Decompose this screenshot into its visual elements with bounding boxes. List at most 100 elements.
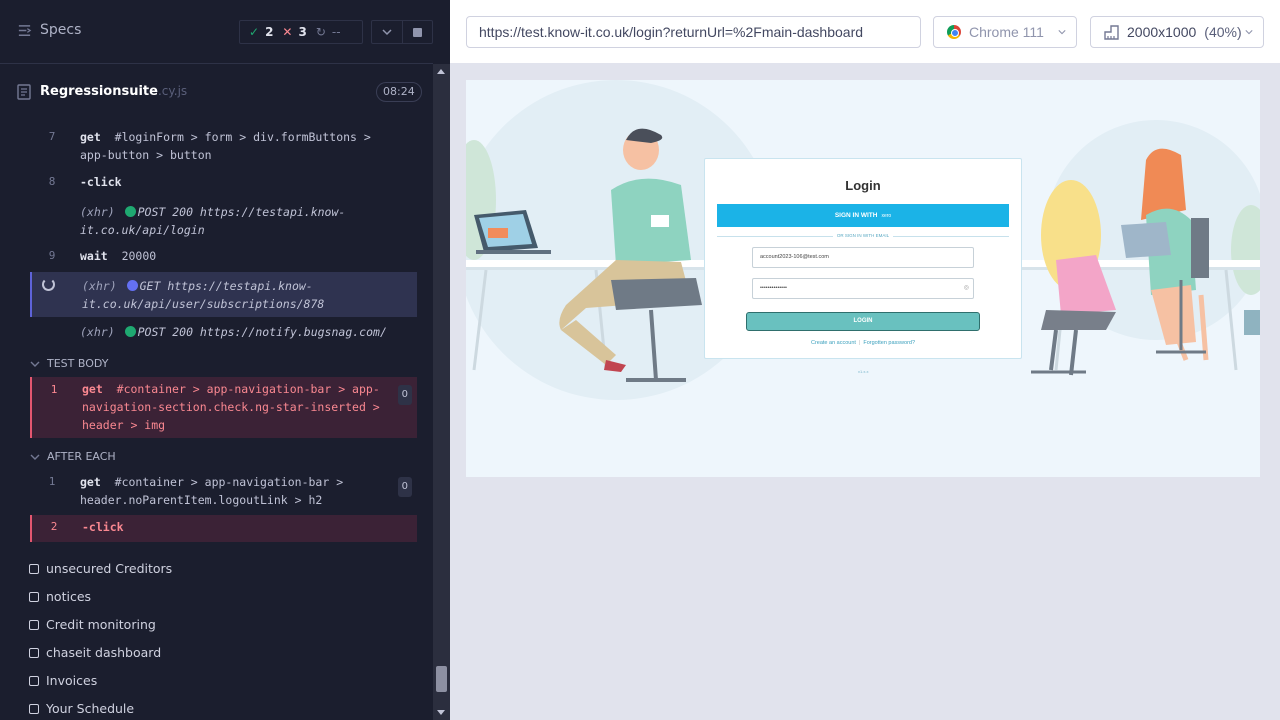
specs-button[interactable]: Specs xyxy=(17,22,81,38)
account-links: Create an account | Forgotten password? xyxy=(705,340,1021,346)
command-message: POST 200 https://testapi.know-it.co.uk/a… xyxy=(80,205,346,237)
passed-stat: ✓ 2 xyxy=(249,25,274,39)
command-log-panel: Specs ✓ 2 ✕ 3 ↻ -- Regressionsuite.cy.js 08… xyxy=(0,0,433,720)
command-method: wait xyxy=(80,249,108,263)
command-method: (xhr) xyxy=(80,325,115,339)
command-message: POST 200 https://notify.bugsnag.com/ xyxy=(137,325,387,339)
document-icon xyxy=(17,84,31,100)
command-number: 7 xyxy=(48,130,56,143)
login-button[interactable]: LOGIN xyxy=(746,312,980,331)
element-count-badge: 0 xyxy=(397,385,412,405)
scroll-thumb[interactable] xyxy=(436,666,447,692)
app-under-test-panel: https://test.know-it.co.uk/login?returnU… xyxy=(450,0,1280,720)
xhr-row-active[interactable]: (xhr) GET https://testapi.know-it.co.uk/a… xyxy=(30,272,417,317)
command-method: get xyxy=(80,130,101,144)
test-item[interactable]: chaseit dashboard xyxy=(29,645,161,660)
command-row[interactable]: 9 wait 20000 xyxy=(30,246,417,266)
pending-stat: ↻ -- xyxy=(315,25,341,39)
expand-button[interactable] xyxy=(372,21,402,43)
test-status-icon xyxy=(29,619,39,630)
spinner-icon: ↻ xyxy=(315,25,326,39)
command-number: 2 xyxy=(50,520,58,533)
test-status-icon xyxy=(29,591,39,602)
reporter-header: Specs ✓ 2 ✕ 3 ↻ -- xyxy=(0,0,433,64)
xero-logo: xero xyxy=(881,213,892,219)
test-status-icon xyxy=(29,703,39,714)
command-method: -click xyxy=(82,520,124,534)
stop-button[interactable] xyxy=(401,21,432,43)
command-message: #container > app-navigation-bar > header… xyxy=(80,475,344,507)
login-title: Login xyxy=(845,178,881,193)
command-number: 8 xyxy=(48,175,56,188)
test-item[interactable]: unsecured Creditors xyxy=(29,561,172,576)
status-dot-icon xyxy=(126,280,138,291)
command-row[interactable]: 1 get #container > app-navigation-bar > … xyxy=(30,472,417,510)
command-method: (xhr) xyxy=(82,279,117,293)
viewport-selector[interactable]: 2000x1000 (40%) xyxy=(1090,16,1264,48)
url-bar[interactable]: https://test.know-it.co.uk/login?returnU… xyxy=(466,16,921,48)
spec-duration: 08:24 xyxy=(376,82,422,102)
chevron-down-icon xyxy=(382,29,392,36)
forgot-password-link[interactable]: Forgotten password? xyxy=(863,340,915,346)
chevron-down-icon xyxy=(30,361,40,367)
chrome-icon xyxy=(947,25,961,39)
email-field[interactable]: account2023-106@test.com xyxy=(752,247,974,268)
test-item[interactable]: notices xyxy=(29,589,91,604)
command-method: get xyxy=(80,475,101,489)
failed-stat: ✕ 3 xyxy=(282,25,307,39)
failed-command-row[interactable]: 2 -click xyxy=(30,515,417,542)
divider-label: OR SIGN IN WITH EMAIL xyxy=(717,233,1009,238)
xhr-row[interactable]: (xhr) POST 200 https://testapi.know-it.co… xyxy=(30,202,417,240)
login-card: Login SIGN IN WITH xero OR SIGN IN WITH E… xyxy=(704,158,1022,359)
scroll-down-icon[interactable] xyxy=(437,710,445,715)
loading-spinner-icon xyxy=(42,278,55,291)
element-count-badge: 0 xyxy=(397,477,412,497)
scroll-up-icon[interactable] xyxy=(437,69,445,74)
command-message: GET https://testapi.know-it.co.uk/api/us… xyxy=(82,279,325,311)
xhr-row[interactable]: (xhr) POST 200 https://notify.bugsnag.com… xyxy=(30,322,417,344)
version-label: v1.x.x xyxy=(858,369,869,374)
command-number: 9 xyxy=(48,249,56,262)
ruler-icon xyxy=(1104,24,1119,40)
test-item[interactable]: Your Schedule xyxy=(29,701,134,716)
spec-extension: .cy.js xyxy=(157,84,188,98)
link-separator: | xyxy=(858,340,861,346)
create-account-link[interactable]: Create an account xyxy=(811,340,856,346)
cross-icon: ✕ xyxy=(282,25,293,39)
command-number: 1 xyxy=(50,383,58,396)
command-method: get xyxy=(82,382,103,396)
test-item[interactable]: Invoices xyxy=(29,673,97,688)
test-item[interactable]: Credit monitoring xyxy=(29,617,156,632)
stop-icon xyxy=(412,27,422,37)
menu-icon xyxy=(18,24,32,36)
test-status-icon xyxy=(29,675,39,686)
specs-label: Specs xyxy=(40,22,82,38)
test-body-header[interactable]: TEST BODY xyxy=(30,357,108,370)
eye-icon[interactable]: ◎ xyxy=(964,279,969,298)
reporter-scrollbar[interactable] xyxy=(433,64,450,720)
command-message: 20000 xyxy=(121,249,157,263)
browser-selector[interactable]: Chrome 111 xyxy=(933,16,1077,48)
command-message: #loginForm > form > div.formButtons > ap… xyxy=(80,130,371,162)
command-row[interactable]: 8 -click xyxy=(30,172,417,192)
run-controls xyxy=(371,20,433,44)
password-field[interactable]: •••••••••••••• ◎ xyxy=(752,278,974,299)
command-row[interactable]: 7 get #loginForm > form > div.formButton… xyxy=(30,128,417,166)
chevron-down-icon xyxy=(1245,30,1253,35)
check-icon: ✓ xyxy=(249,25,260,39)
chevron-down-icon xyxy=(30,454,40,460)
command-method: -click xyxy=(80,175,122,189)
status-dot-icon xyxy=(124,326,136,337)
test-stats: ✓ 2 ✕ 3 ↻ -- xyxy=(239,20,363,44)
command-message: #container > app-navigation-bar > app-na… xyxy=(82,382,380,432)
status-dot-icon xyxy=(124,206,136,217)
xero-sign-in-button[interactable]: SIGN IN WITH xero xyxy=(717,204,1009,227)
command-method: (xhr) xyxy=(80,205,115,219)
spec-title-row: Regressionsuite.cy.js 08:24 xyxy=(0,64,433,120)
failed-command-row[interactable]: 1 get #container > app-navigation-bar > … xyxy=(30,377,417,438)
test-status-icon xyxy=(29,563,39,574)
aut-header: https://test.know-it.co.uk/login?returnU… xyxy=(450,0,1280,64)
command-number: 1 xyxy=(48,475,56,488)
after-each-header[interactable]: AFTER EACH xyxy=(30,450,116,463)
app-iframe: Login SIGN IN WITH xero OR SIGN IN WITH E… xyxy=(466,80,1260,477)
